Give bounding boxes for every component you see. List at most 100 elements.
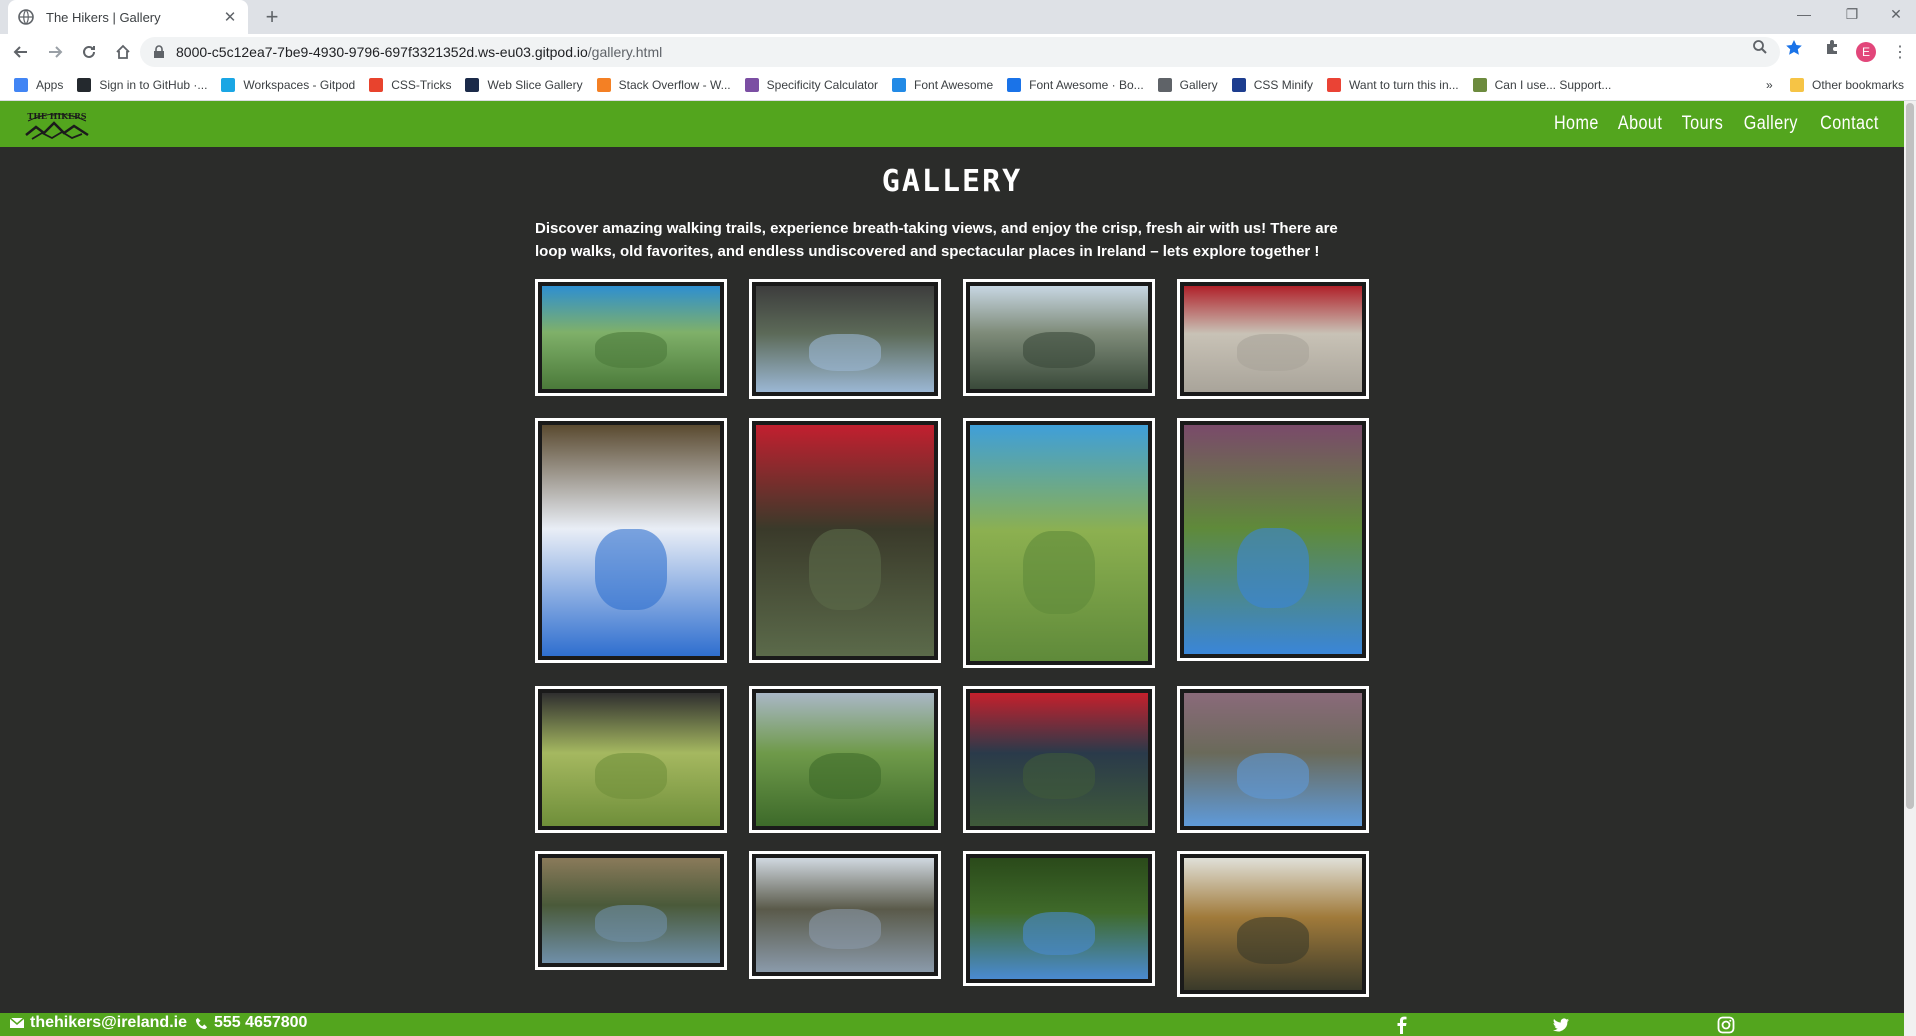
bookmark-item[interactable]: Font Awesome · Bo... <box>1007 78 1144 92</box>
hikers-logo[interactable]: THE HIKERS <box>22 107 92 141</box>
photo-group-on-summit-rocks <box>756 286 934 392</box>
bookmark-label: Sign in to GitHub ·... <box>99 78 208 92</box>
nav-gallery[interactable]: Gallery <box>1744 113 1798 135</box>
bookmark-item[interactable]: Apps <box>14 78 63 92</box>
bookmark-item[interactable]: Can I use... Support... <box>1472 78 1611 92</box>
gallery-photo[interactable] <box>535 686 727 833</box>
bookmarks-overflow-icon[interactable]: » <box>1766 78 1773 92</box>
close-tab-icon[interactable]: ✕ <box>222 8 238 26</box>
bookmark-item[interactable]: Gallery <box>1157 78 1218 92</box>
tab-strip: The Hikers | Gallery ✕ + — ❐ ✕ <box>0 0 1916 34</box>
gallery-photo[interactable] <box>963 418 1155 668</box>
photo-hiker-on-rocky-outcrop <box>1184 693 1362 826</box>
other-bookmarks[interactable]: Other bookmarks <box>1790 78 1904 92</box>
extensions-icon[interactable] <box>1824 39 1840 55</box>
photo-dancers-on-heather-hill <box>1184 425 1362 654</box>
github-icon <box>77 78 92 92</box>
browser-tab-active[interactable]: The Hikers | Gallery ✕ <box>8 0 248 34</box>
photo-cliff-lake-view <box>970 693 1148 826</box>
footer-email[interactable]: thehikers@ireland.ie <box>30 1014 187 1032</box>
gallery-photo[interactable] <box>535 279 727 396</box>
reload-icon[interactable] <box>76 39 102 65</box>
gallery-photo[interactable] <box>1177 686 1369 833</box>
gallery-photo[interactable] <box>749 686 941 833</box>
bookmark-item[interactable]: Workspaces - Gitpod <box>221 78 355 92</box>
bookmark-label: Specificity Calculator <box>766 78 879 92</box>
bookmark-item[interactable]: Sign in to GitHub ·... <box>77 78 207 92</box>
bookmark-label: CSS Minify <box>1253 78 1314 92</box>
main-nav: Home About Tours Gallery Contact <box>1538 101 1884 147</box>
bookmark-label: Stack Overflow - W... <box>618 78 731 92</box>
gitpod-icon <box>221 78 236 92</box>
gallery-photo[interactable] <box>535 418 727 663</box>
nav-contact[interactable]: Contact <box>1820 113 1879 135</box>
close-window-icon[interactable]: ✕ <box>1882 6 1910 23</box>
bookmark-item[interactable]: Specificity Calculator <box>744 78 879 92</box>
gallery-photo[interactable] <box>1177 279 1369 399</box>
browser-toolbar: 8000-c5c12ea7-7be9-4930-9796-697f3321352… <box>0 34 1916 70</box>
bookmark-label: CSS-Tricks <box>391 78 452 92</box>
profile-avatar[interactable]: E <box>1856 42 1876 62</box>
css-minify-icon <box>1231 78 1246 92</box>
gallery-intro: Discover amazing walking trails, experie… <box>535 220 1338 260</box>
bookmark-item[interactable]: Font Awesome <box>892 78 993 92</box>
zoom-icon[interactable] <box>1752 39 1768 55</box>
bookmark-label: Workspaces - Gitpod <box>243 78 356 92</box>
gallery-photo[interactable] <box>749 851 941 979</box>
browser-chrome: The Hikers | Gallery ✕ + — ❐ ✕ 8000-c5c1… <box>0 0 1916 101</box>
opera-icon <box>1327 78 1342 92</box>
photo-group-resting-on-path <box>542 858 720 963</box>
bookmark-item[interactable]: CSS-Tricks <box>369 78 451 92</box>
photo-waterfall-pool <box>1184 858 1362 990</box>
nav-home[interactable]: Home <box>1553 113 1598 135</box>
photo-jeep-on-moorland <box>542 693 720 826</box>
gallery-photo[interactable] <box>535 851 727 970</box>
photo-green-mountain-peak <box>970 858 1148 979</box>
scrollbar-thumb[interactable] <box>1906 103 1914 809</box>
nav-tours[interactable]: Tours <box>1682 113 1724 135</box>
gallery-photo[interactable] <box>963 279 1155 396</box>
new-tab-icon[interactable]: + <box>260 5 284 29</box>
photo-dancers-under-clouds <box>542 425 720 656</box>
bookmark-item[interactable]: Want to turn this in... <box>1327 78 1459 92</box>
home-icon[interactable] <box>110 39 136 65</box>
gallery-photo[interactable] <box>1177 851 1369 997</box>
instagram-icon[interactable] <box>1717 1016 1735 1034</box>
page-scrollbar[interactable] <box>1904 101 1916 1036</box>
svg-text:THE HIKERS: THE HIKERS <box>27 111 86 121</box>
restore-icon[interactable]: ❐ <box>1838 6 1866 23</box>
bookmarks-bar: Apps Sign in to GitHub ·... Workspaces - G… <box>0 70 1916 101</box>
address-bar[interactable]: 8000-c5c12ea7-7be9-4930-9796-697f3321352… <box>140 37 1780 67</box>
site-header: THE HIKERS Home About Tours Gallery Cont… <box>0 101 1904 147</box>
bookmark-item[interactable]: Stack Overflow - W... <box>596 78 731 92</box>
photo-dancers-jumping-on-beach <box>1184 286 1362 392</box>
gallery-photo[interactable] <box>1177 418 1369 661</box>
web-slice-icon <box>465 78 480 92</box>
gallery-photo[interactable] <box>749 418 941 663</box>
bookmark-item[interactable]: CSS Minify <box>1231 78 1314 92</box>
facebook-icon[interactable] <box>1393 1016 1411 1034</box>
photo-summit-cross-group <box>756 858 934 972</box>
twitter-icon[interactable] <box>1552 1016 1570 1034</box>
apps-grid-icon <box>14 78 28 92</box>
bookmark-star-icon[interactable] <box>1785 39 1803 57</box>
gallery-photo[interactable] <box>749 279 941 399</box>
specificity-icon <box>744 78 759 92</box>
globe-icon <box>18 9 34 25</box>
back-icon[interactable] <box>8 39 34 65</box>
menu-dots-icon[interactable]: ⋮ <box>1892 42 1908 62</box>
tab-title: The Hikers | Gallery <box>46 9 161 25</box>
gallery-photo[interactable] <box>963 851 1155 986</box>
photo-dancers-in-forest <box>756 425 934 656</box>
bookmark-item[interactable]: Web Slice Gallery <box>465 78 583 92</box>
folder-icon <box>1790 78 1804 92</box>
bookmark-label: Apps <box>36 78 64 92</box>
gallery-photo[interactable] <box>963 686 1155 833</box>
bookmark-label: Gallery <box>1179 78 1218 92</box>
footer-phone[interactable]: 555 4657800 <box>214 1014 307 1032</box>
font-awesome-icon <box>892 78 907 92</box>
forward-icon[interactable] <box>42 39 68 65</box>
nav-about[interactable]: About <box>1618 113 1662 135</box>
minimize-icon[interactable]: — <box>1790 6 1818 22</box>
photo-painted-blue-sheep <box>970 425 1148 661</box>
